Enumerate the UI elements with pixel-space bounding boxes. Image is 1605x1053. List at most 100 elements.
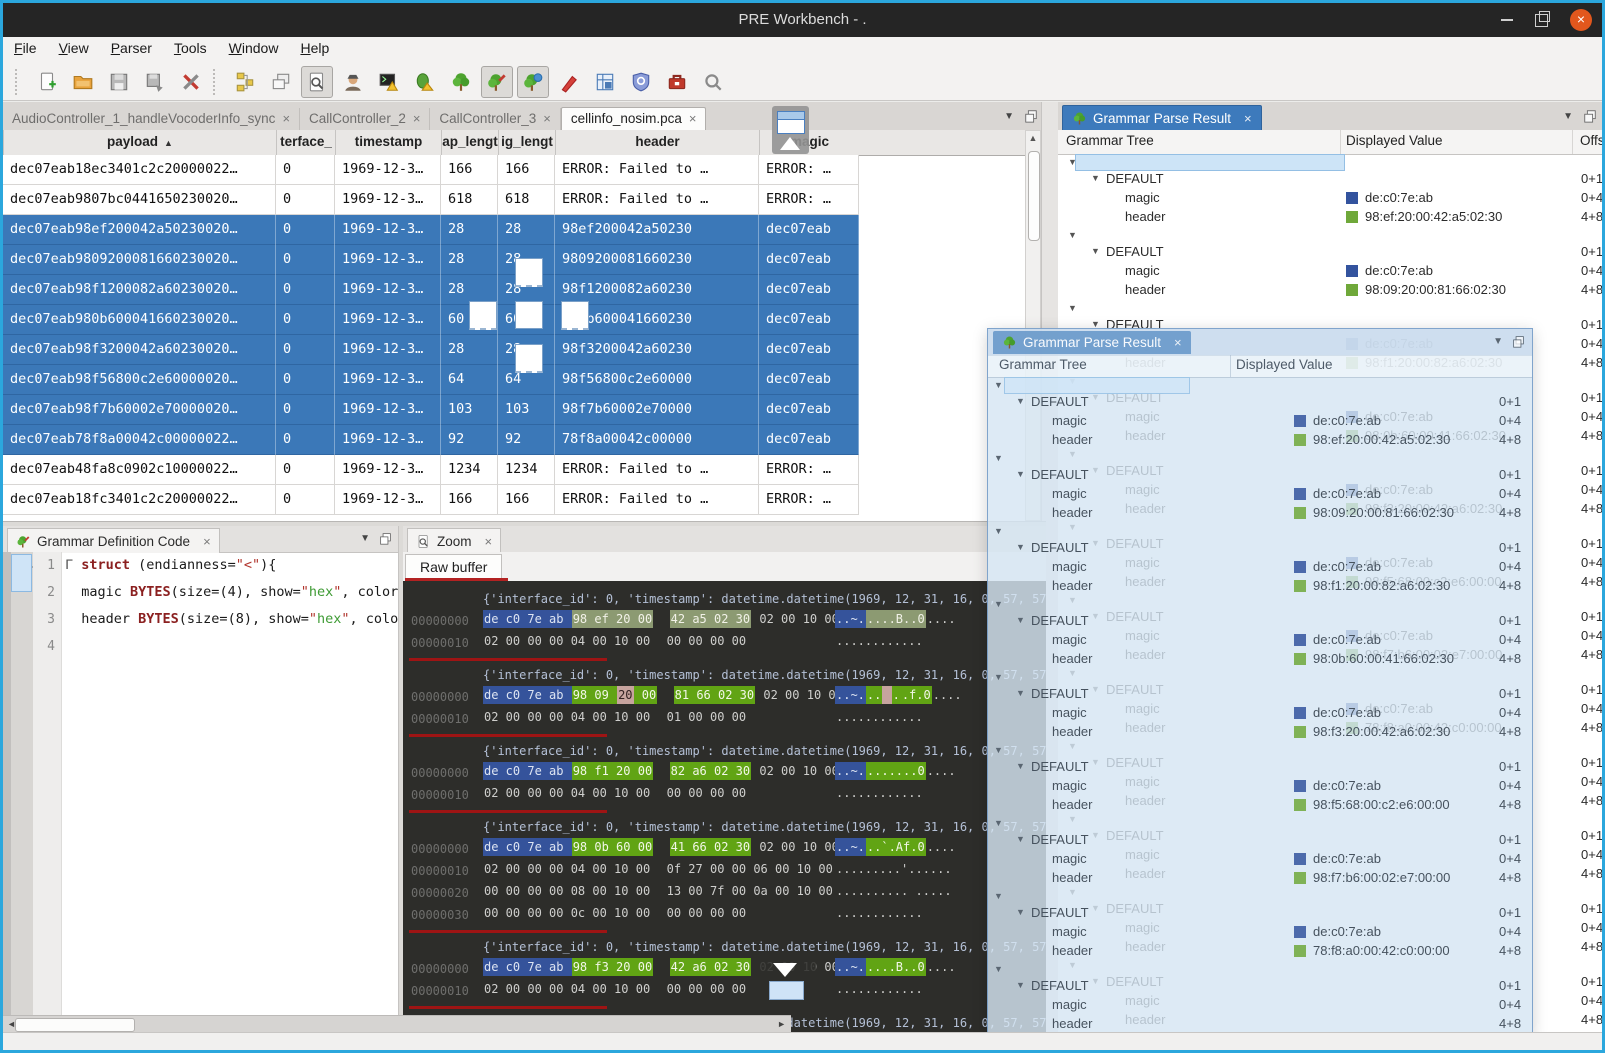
header-field-row[interactable]: header78:f8:a0:00:42:c0:00:004+8 [988,942,1532,961]
header-field-row[interactable]: header98:f1:20:00:82:a6:02:304+8 [988,577,1532,596]
menu-item-file[interactable]: File [3,37,48,63]
magic-field-row[interactable]: magicde:c0:7e:ab0+4 [988,777,1532,796]
code-line[interactable] [65,633,398,660]
code-minimap-box[interactable] [11,554,32,592]
magic-field-row[interactable]: magicde:c0:7e:ab0+4 [988,485,1532,504]
magic-field-row[interactable]: magicde:c0:7e:ab0+4 [988,558,1532,577]
terminal-warning-button[interactable] [373,66,405,98]
tab-grammar-parse-result[interactable]: Grammar Parse Result × [1062,105,1262,131]
column-header-timestamp[interactable]: timestamp [335,130,441,155]
table-row[interactable]: dec07eab48fa8c0902c10000022…01969-12-3…1… [3,455,859,485]
close-icon[interactable]: × [1570,9,1592,31]
table-row[interactable]: dec07eab18fc3401c2c20000022…01969-12-3…1… [3,485,859,515]
tab-audiocontroller-1-handlevocoderinfo-sync[interactable]: AudioController_1_handleVocoderInfo_sync… [3,108,300,130]
table-row[interactable]: dec07eab9807bc0441650230020…01969-12-3…6… [3,185,859,215]
debug-button[interactable] [409,66,441,98]
float-panel-icon[interactable] [1024,109,1038,123]
table-row[interactable]: dec07eab98f56800c2e60000020…01969-12-3…6… [3,365,859,395]
magic-field-row[interactable]: magicde:c0:7e:ab0+4 [988,412,1532,431]
table-row[interactable]: dec07eab18ec3401c2c20000022…01969-12-3…1… [3,155,859,185]
menu-item-view[interactable]: View [48,37,100,63]
close-tab-icon[interactable]: × [413,111,421,126]
menu-item-parser[interactable]: Parser [100,37,163,63]
close-tab-icon[interactable]: × [485,534,493,549]
code-line[interactable]: magic BYTES(size=(4), show="hex", color= [65,579,398,606]
structure-button[interactable] [229,66,261,98]
packet-node[interactable]: ▼ [988,669,1532,685]
table-row[interactable]: dec07eab78f8a00042c00000022…01969-12-3…9… [3,425,859,455]
magic-field-row[interactable]: magicde:c0:7e:ab0+4 [1058,189,1605,208]
default-node[interactable]: ▼DEFAULT0+1 [988,977,1532,996]
default-node[interactable]: ▼DEFAULT0+1 [988,393,1532,412]
toolbox-button[interactable] [661,66,693,98]
dock-float-icon[interactable] [1583,109,1597,123]
hex-line[interactable]: 0000002000 00 00 00 08 00 10 00 13 00 7f… [403,883,1046,905]
save-button[interactable] [103,66,135,98]
header-field-row[interactable]: header98:f3:20:00:42:a6:02:304+8 [988,723,1532,742]
tab-grammar-definition-code[interactable]: Grammar Definition Code × [7,528,220,553]
float-parse-result-tree[interactable]: ▼▼DEFAULT0+1magicde:c0:7e:ab0+4header98:… [988,377,1532,1035]
code-line[interactable]: Γ struct (endianness="<"){ [65,552,398,579]
column-header-terface_[interactable]: terface_ [276,130,335,155]
save-as-button[interactable] [139,66,171,98]
tab-callcontroller-2[interactable]: CallController_2× [300,108,430,130]
close-tab-icon[interactable]: × [282,111,290,126]
close-tab-icon[interactable]: × [689,111,697,126]
magic-field-row[interactable]: magicde:c0:7e:ab0+4 [988,923,1532,942]
table-row[interactable]: dec07eab98f3200042a60230020…01969-12-3…2… [3,335,859,365]
selected-tree-node[interactable] [1075,154,1345,171]
packet-node[interactable]: ▼ [1058,300,1605,316]
hex-line[interactable]: 00000000de c0 7e ab 98 09 20 00 81 66 02… [403,687,1046,709]
close-tab-icon[interactable]: × [1244,107,1252,130]
header-field-row[interactable]: header98:0b:60:00:41:66:02:304+8 [988,650,1532,669]
table-row[interactable]: dec07eab9809200081660230020…01969-12-3…2… [3,245,859,275]
magic-field-row[interactable]: magicde:c0:7e:ab0+4 [988,704,1532,723]
packet-node[interactable]: ▼ [1058,227,1605,243]
header-field-row[interactable]: header98:f5:68:00:c2:e6:00:004+8 [988,796,1532,815]
tab-callcontroller-3[interactable]: CallController_3× [430,108,560,130]
panel-float-icon[interactable] [379,532,392,545]
column-header-ap_lengt[interactable]: ap_lengt [441,130,498,155]
column-header-header[interactable]: header [555,130,759,155]
packet-node[interactable]: ▼ [988,596,1532,612]
header-field-row[interactable]: header98:f7:b6:00:02:e7:00:004+8 [988,869,1532,888]
default-node[interactable]: ▼DEFAULT0+1 [1058,243,1605,262]
default-node[interactable]: ▼DEFAULT0+1 [988,466,1532,485]
hex-line[interactable]: 0000001002 00 00 00 04 00 10 00 01 00 00… [403,709,1046,731]
hex-line[interactable]: 0000001002 00 00 00 04 00 10 00 00 00 00… [403,785,1046,807]
magic-field-row[interactable]: magicde:c0:7e:ab0+4 [988,850,1532,869]
shield-search-button[interactable] [625,66,657,98]
default-node[interactable]: ▼DEFAULT0+1 [988,612,1532,631]
packet-node[interactable]: ▼ [988,815,1532,831]
close-tab-icon[interactable]: × [543,111,551,126]
code-line[interactable]: header BYTES(size=(8), show="hex", color [65,606,398,633]
magic-field-row[interactable]: magicde:c0:7e:ab0+4 [988,631,1532,650]
hex-view[interactable]: {'interface_id': 0, 'timestamp': datetim… [403,581,1046,1034]
packet-node[interactable]: ▼ [988,888,1532,904]
table-row[interactable]: dec07eab98f7b60002e70000020…01969-12-3…1… [3,395,859,425]
marker-button[interactable] [553,66,585,98]
magic-field-row[interactable]: magicde:c0:7e:ab0+4 [1058,262,1605,281]
header-field-row[interactable]: header98:ef:20:00:42:a5:02:304+8 [1058,208,1605,227]
packet-node[interactable]: ▼ [988,742,1532,758]
hex-line[interactable]: 0000001002 00 00 00 04 00 10 00 00 00 00… [403,981,1046,1003]
tab-raw-buffer[interactable]: Raw buffer [405,554,502,579]
menu-item-window[interactable]: Window [218,37,290,63]
tab-list-dropdown-icon[interactable]: ▼ [1004,111,1014,122]
default-node[interactable]: ▼DEFAULT0+1 [1058,170,1605,189]
float-float-icon[interactable] [1512,335,1525,348]
float-tab-grammar-parse-result[interactable]: Grammar Parse Result × [993,331,1191,354]
default-node[interactable]: ▼DEFAULT0+1 [988,685,1532,704]
grid-window-button[interactable] [589,66,621,98]
user-button[interactable] [337,66,369,98]
column-header-payload[interactable]: payload▲ [3,130,276,155]
floating-grammar-parse-result-window[interactable]: Grammar Parse Result × ▼ Grammar Tree Di… [987,328,1533,1036]
header-field-row[interactable]: header98:09:20:00:81:66:02:304+8 [1058,281,1605,300]
float-menu-dropdown-icon[interactable]: ▼ [1493,336,1503,347]
packet-node[interactable]: ▼ [1058,154,1605,170]
scroll-right-icon[interactable]: ► [777,1019,786,1029]
default-node[interactable]: ▼DEFAULT0+1 [988,539,1532,558]
hex-line[interactable]: 00000000de c0 7e ab 98 f3 20 00 42 a6 02… [403,959,1046,981]
tree-edit-button[interactable] [481,66,513,98]
tree-button[interactable] [445,66,477,98]
